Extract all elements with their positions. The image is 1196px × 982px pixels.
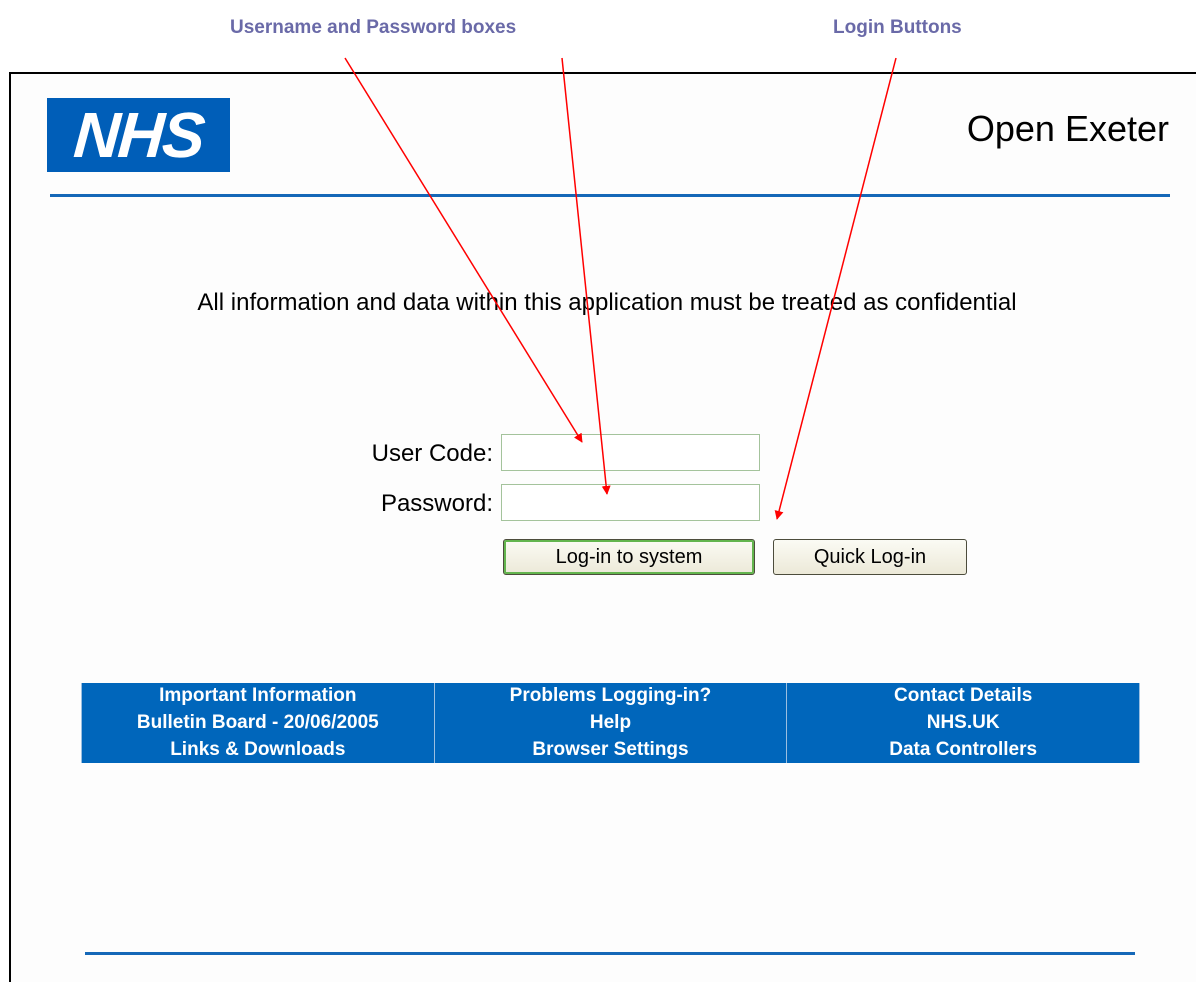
confidentiality-notice: All information and data within this app… [197,289,1017,316]
link-bulletin-board[interactable]: Bulletin Board - 20/06/2005 [137,712,379,733]
nhs-logo-text: NHS [71,99,206,171]
header-divider [50,194,1170,197]
links-row: Important Information Problems Logging-i… [81,683,1140,709]
user-code-input[interactable] [501,434,760,471]
links-cell: NHS.UK [786,709,1140,736]
links-row: Bulletin Board - 20/06/2005 Help NHS.UK [81,709,1140,736]
links-cell: Contact Details [786,683,1140,709]
links-cell: Problems Logging-in? [433,683,788,709]
link-nhs-uk[interactable]: NHS.UK [927,712,1000,733]
link-data-controllers[interactable]: Data Controllers [889,739,1037,760]
link-contact-details[interactable]: Contact Details [894,685,1032,706]
browser-page-frame [9,72,1196,982]
user-code-label: User Code: [371,440,493,467]
annotation-login-buttons-label: Login Buttons [833,17,962,38]
links-cell: Important Information [81,683,435,709]
login-button[interactable]: Log-in to system [503,539,755,575]
password-input[interactable] [501,484,760,521]
links-table: Important Information Problems Logging-i… [81,683,1140,763]
link-help[interactable]: Help [590,712,631,733]
links-cell: Browser Settings [433,736,788,763]
link-browser-settings[interactable]: Browser Settings [532,739,688,760]
links-cell: Help [433,709,788,736]
links-cell: Links & Downloads [81,736,435,763]
links-cell: Data Controllers [786,736,1140,763]
quick-login-button[interactable]: Quick Log-in [773,539,967,575]
link-problems-logging-in[interactable]: Problems Logging-in? [510,685,712,706]
annotation-username-password-label: Username and Password boxes [230,17,517,38]
footer-divider [85,952,1135,955]
links-row: Links & Downloads Browser Settings Data … [81,736,1140,763]
link-links-downloads[interactable]: Links & Downloads [170,739,345,760]
nhs-logo: NHS [47,98,230,172]
password-label: Password: [380,490,493,517]
app-title: Open Exeter [966,108,1169,149]
links-cell: Bulletin Board - 20/06/2005 [81,709,435,736]
link-important-information[interactable]: Important Information [159,685,356,706]
